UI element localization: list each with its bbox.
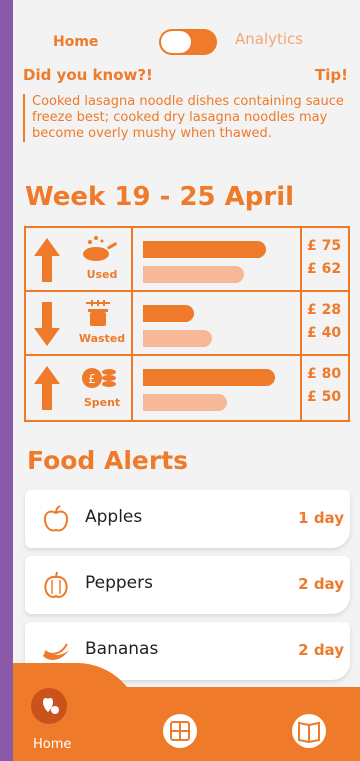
week-title: Week 19 - 25 April: [25, 182, 295, 212]
banana-icon: [43, 643, 69, 660]
recipe-book-icon: [298, 721, 320, 744]
food-name: Bananas: [85, 639, 159, 659]
view-toggle-switch[interactable]: [159, 29, 217, 55]
previous-value: £ 40: [307, 325, 342, 341]
days-left: 2 day: [298, 641, 344, 659]
previous-value: £ 50: [307, 389, 342, 405]
food-alert-card[interactable]: Apples 1 day: [25, 490, 350, 548]
current-week-bar: [143, 369, 275, 386]
home-icon: [43, 698, 59, 714]
tip-label: Tip!: [315, 66, 348, 84]
stats-row-wasted: Wasted £ 28 £ 40: [26, 292, 348, 356]
arrow-down-icon: [34, 302, 60, 346]
toggle-analytics-label[interactable]: Analytics: [235, 30, 303, 48]
nav-recipes-button[interactable]: [292, 714, 326, 748]
nav-home-label: Home: [33, 737, 72, 752]
stats-row-used: Used £ 75 £ 62: [26, 228, 348, 292]
food-alert-card[interactable]: Peppers 2 day: [25, 556, 350, 614]
stats-value-cell: £ 80 £ 50: [300, 356, 348, 420]
food-alerts-title: Food Alerts: [27, 446, 189, 475]
grocery-store-icon: [170, 721, 190, 741]
toggle-knob: [161, 31, 191, 53]
tip-text: Cooked lasagna noodle dishes containing …: [23, 94, 350, 142]
current-value: £ 28: [307, 302, 342, 318]
stats-row-label: Wasted: [78, 332, 126, 345]
food-name: Apples: [85, 507, 143, 527]
arrow-up-icon: [34, 238, 60, 282]
coins-icon: £: [82, 368, 116, 388]
pepper-icon: [44, 571, 68, 598]
stats-value-cell: £ 28 £ 40: [300, 292, 348, 354]
toggle-home-label[interactable]: Home: [53, 34, 98, 50]
nav-home-button[interactable]: [31, 688, 67, 724]
app-screen: Home Analytics Did you know?! Tip! Cooke…: [13, 0, 360, 761]
stats-row-spent: £ Spent £ 80 £ 50: [26, 356, 348, 420]
stats-value-cell: £ 75 £ 62: [300, 228, 348, 290]
food-name: Peppers: [85, 573, 153, 593]
previous-value: £ 62: [307, 261, 342, 277]
stats-row-label: Spent: [83, 396, 121, 409]
cooking-pan-icon: [83, 236, 118, 261]
stats-label-cell: Used: [26, 228, 133, 290]
days-left: 1 day: [298, 509, 344, 527]
apple-icon: [43, 505, 69, 532]
arrow-up-icon: [34, 366, 60, 410]
view-toggle-bar: Home Analytics: [13, 28, 360, 58]
fish-bone-bin-icon: [86, 300, 110, 326]
current-week-bar: [143, 241, 266, 258]
previous-week-bar: [143, 394, 227, 411]
tip-heading: Did you know?!: [23, 66, 153, 84]
previous-week-bar: [143, 266, 244, 283]
stats-label-cell: Wasted: [26, 292, 133, 354]
nav-grocery-button[interactable]: [163, 714, 197, 748]
current-value: £ 80: [307, 366, 342, 382]
stats-label-cell: £ Spent: [26, 356, 133, 420]
weekly-stats-table: Used £ 75 £ 62 Wasted £ 28 £ 40 £ Spent …: [24, 226, 350, 422]
current-week-bar: [143, 305, 194, 322]
stats-row-label: Used: [86, 268, 118, 281]
svg-text:£: £: [88, 372, 96, 386]
current-value: £ 75: [307, 238, 342, 254]
previous-week-bar: [143, 330, 212, 347]
days-left: 2 day: [298, 575, 344, 593]
